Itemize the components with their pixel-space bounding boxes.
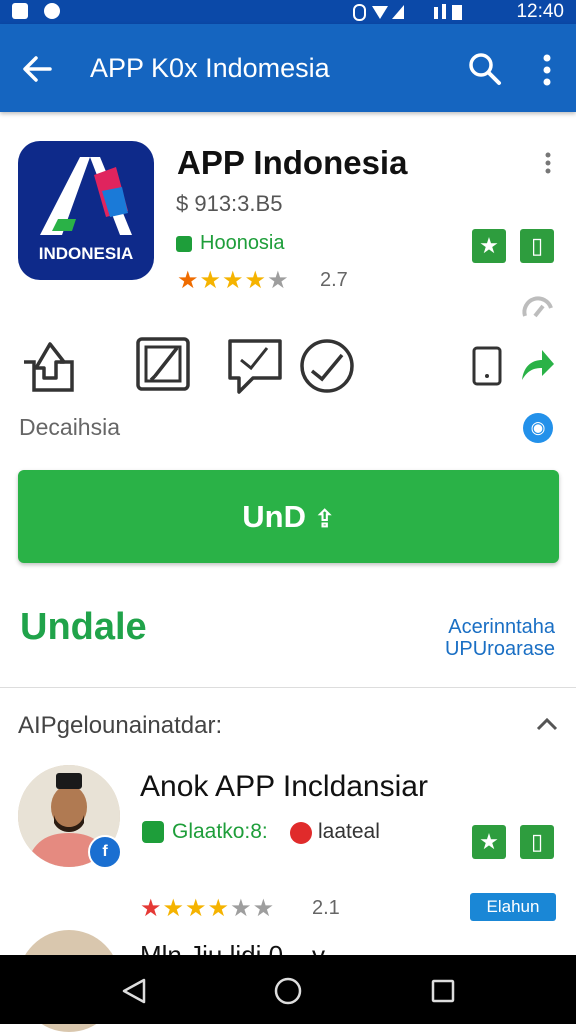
app-title: APP Indonesia (177, 144, 408, 181)
home-nav-icon[interactable] (273, 976, 303, 1006)
check-circle-icon[interactable] (298, 337, 354, 393)
app-icon-label: INDONESIA (38, 244, 134, 263)
rating-stars: ★★★★★ (177, 267, 290, 294)
item-menu-icon[interactable] (542, 152, 554, 174)
install-button[interactable]: UnD ⇪ (18, 470, 559, 563)
messenger-icon (44, 3, 60, 19)
search-icon[interactable] (468, 52, 502, 86)
logo-mark-icon (40, 157, 132, 235)
trash-icon[interactable]: ▯ (520, 229, 554, 263)
trash-icon[interactable]: ▯ (520, 825, 554, 859)
system-nav-bar (0, 955, 576, 1024)
divider (0, 687, 576, 688)
status-icons (353, 4, 462, 21)
overflow-menu-icon[interactable] (540, 52, 554, 88)
app-icon: INDONESIA (18, 141, 154, 280)
back-arrow-icon[interactable] (20, 53, 54, 85)
update-link-line2[interactable]: UPUroarase (400, 638, 555, 661)
developer-name[interactable]: Hoonosia (200, 232, 285, 255)
list-item-chip[interactable]: Elahun (470, 893, 556, 921)
info-icon[interactable]: ◉ (523, 413, 553, 443)
description-label: Decaihsia (19, 414, 120, 440)
app-bar: APP K0x Indomesia (0, 24, 576, 112)
star-favorite-icon[interactable]: ★ (472, 825, 506, 859)
verified-badge-icon: f (88, 835, 122, 869)
chevron-up-icon[interactable] (536, 716, 558, 732)
section-title: AIPgelounainatdar: (18, 712, 223, 739)
page-title: APP K0x Indomesia (90, 53, 330, 83)
download-icon: ⇪ (314, 506, 335, 533)
tag-icon (290, 822, 312, 844)
back-nav-icon[interactable] (120, 977, 148, 1005)
list-item-developer[interactable]: Glaatko:8: (172, 820, 268, 844)
update-title: Undale (20, 606, 147, 648)
developer-badge-icon (142, 821, 164, 843)
recents-nav-icon[interactable] (430, 978, 456, 1004)
app-price: $ 913:3.B5 (176, 191, 283, 216)
comment-icon[interactable] (227, 338, 283, 394)
list-item-title[interactable]: Anok APP Incldansiar (140, 770, 428, 804)
forward-share-icon[interactable] (520, 348, 556, 382)
install-button-label: UnD (242, 499, 306, 534)
device-icon[interactable] (472, 346, 502, 386)
list-item-rating-count: 2.1 (312, 897, 340, 919)
notification-icon (12, 3, 28, 19)
list-item-tag: laateal (318, 820, 380, 843)
clock: 12:40 (516, 1, 564, 22)
star-favorite-icon[interactable]: ★ (472, 229, 506, 263)
list-item-rating-stars: ★★★★★★ (140, 895, 276, 922)
share-icon[interactable] (20, 338, 76, 394)
developer-badge-icon (176, 236, 192, 252)
update-link-line1[interactable]: Acerinntaha (400, 616, 555, 639)
edit-icon[interactable] (135, 336, 191, 392)
status-bar: 12:40 (0, 0, 576, 24)
rating-count: 2.7 (320, 269, 348, 291)
loading-icon (522, 296, 553, 318)
